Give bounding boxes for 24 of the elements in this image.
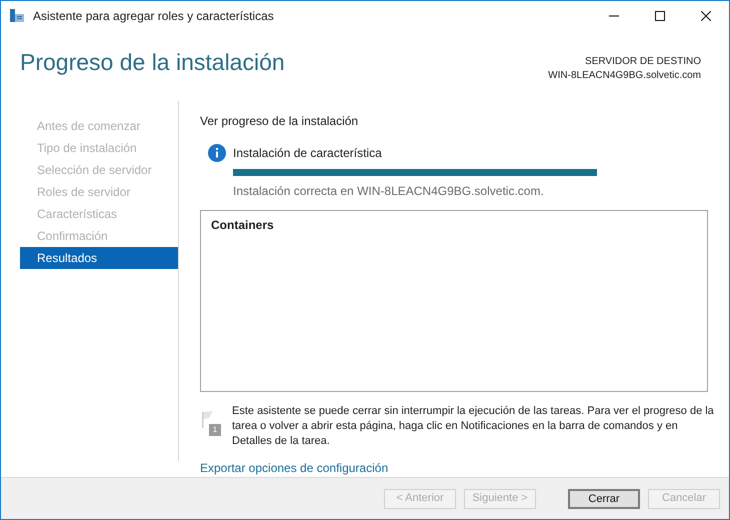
sidebar-item[interactable]: Resultados (20, 247, 178, 269)
result-item: Containers (211, 217, 275, 234)
section-heading: Ver progreso de la instalación (200, 113, 360, 130)
sidebar-item[interactable]: Tipo de instalación (20, 137, 178, 159)
server-name: WIN-8LEACN4G9BG.solvetic.com (548, 69, 701, 83)
sidebar-item[interactable]: Confirmación (20, 225, 178, 247)
sidebar-item[interactable]: Roles de servidor (20, 181, 178, 203)
flag-icon (202, 410, 214, 428)
info-icon (208, 144, 226, 162)
sidebar-item[interactable]: Características (20, 203, 178, 225)
export-link[interactable]: Exportar opciones de configuración (200, 459, 388, 477)
status-title: Instalación de característica (233, 145, 383, 161)
close-icon (701, 11, 711, 21)
page-title: Progreso de la instalación (20, 51, 285, 74)
sidebar-item[interactable]: Antes de comenzar (20, 115, 178, 137)
app-icon (9, 8, 25, 24)
info-note: Este asistente se puede cerrar sin interrumpir la ejecución de las tareas. Para ver el progreso de la tarea o volver a abrir esta página, haga clic en Notificaciones en la barra de comandos y en Detalles de la tarea. (232, 404, 715, 449)
maximize-icon (655, 11, 665, 21)
notification-badge: 1 (209, 424, 221, 436)
sidebar-item[interactable]: Selección de servidor (20, 159, 178, 181)
dialog-button[interactable]: Cerrar (568, 488, 640, 508)
status-message: Instalación correcta en WIN-8LEACN4G9BG.solvetic.com. (233, 183, 545, 200)
server-label: SERVIDOR DE DESTINO (585, 55, 701, 69)
window-title: Asistente para agregar roles y características (33, 8, 274, 25)
